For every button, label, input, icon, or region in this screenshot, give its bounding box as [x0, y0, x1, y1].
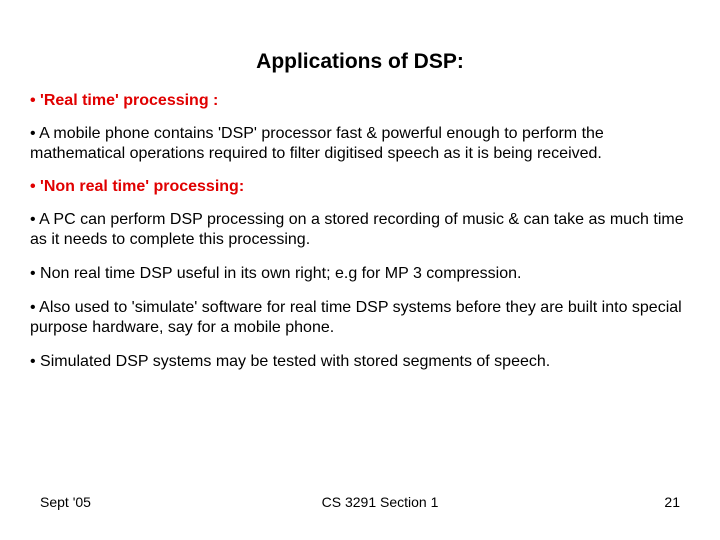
- body-mp3: • Non real time DSP useful in its own ri…: [30, 264, 690, 284]
- footer-date: Sept '05: [40, 494, 120, 510]
- body-tested: • Simulated DSP systems may be tested wi…: [30, 352, 690, 372]
- body-mobile-phone: • A mobile phone contains 'DSP' processo…: [30, 124, 690, 164]
- slide-title: Applications of DSP:: [30, 50, 690, 74]
- footer-course: CS 3291 Section 1: [120, 494, 640, 510]
- body-pc-processing: • A PC can perform DSP processing on a s…: [30, 210, 690, 250]
- heading-nonrealtime: • 'Non real time' processing:: [30, 178, 690, 196]
- heading-realtime: • 'Real time' processing :: [30, 92, 690, 110]
- slide: Applications of DSP: • 'Real time' proce…: [0, 0, 720, 540]
- body-simulate: • Also used to 'simulate' software for r…: [30, 298, 690, 338]
- slide-footer: Sept '05 CS 3291 Section 1 21: [0, 494, 720, 510]
- footer-page-number: 21: [640, 494, 680, 510]
